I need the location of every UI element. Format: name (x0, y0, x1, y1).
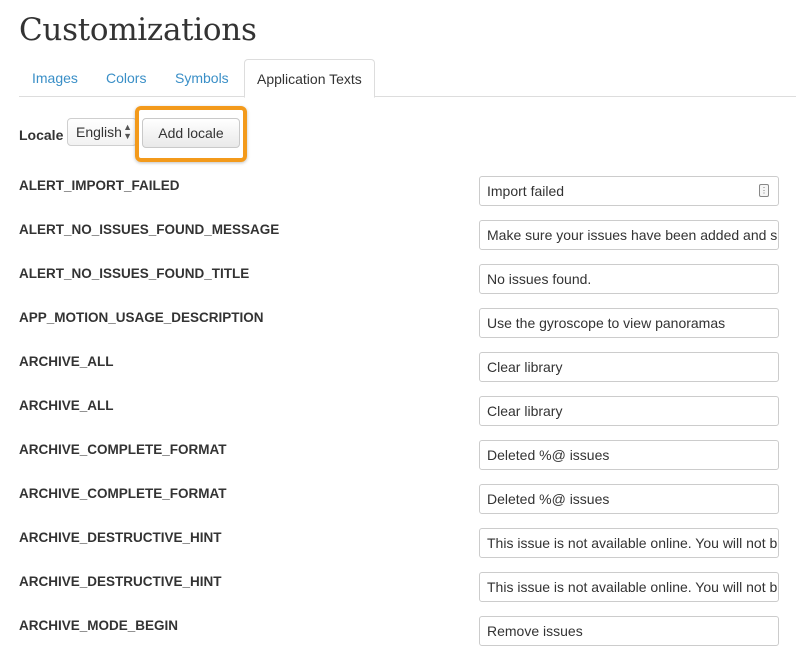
row-value-input[interactable]: This issue is not available online. You … (479, 528, 779, 558)
row-value-input[interactable]: Deleted %@ issues (479, 440, 779, 470)
locale-selected-value: English (76, 124, 122, 140)
row-value-input[interactable]: Clear library (479, 352, 779, 382)
row-value-input[interactable]: Use the gyroscope to view panoramas (479, 308, 779, 338)
row-value-input[interactable]: Import failed ⋮ (479, 176, 779, 206)
add-locale-button[interactable]: Add locale (142, 118, 240, 148)
row-key-label: ALERT_IMPORT_FAILED (19, 178, 180, 193)
row-value-input[interactable]: This issue is not available online. You … (479, 572, 779, 602)
tab-application-texts[interactable]: Application Texts (244, 59, 375, 98)
row-value-input[interactable]: Deleted %@ issues (479, 484, 779, 514)
row-key-label: ARCHIVE_COMPLETE_FORMAT (19, 442, 227, 457)
row-value-text: This issue is not available online. You … (487, 535, 778, 551)
locale-select[interactable]: English ▲ ▼ (67, 118, 137, 146)
row-value-input[interactable]: Clear library (479, 396, 779, 426)
row-key-label: APP_MOTION_USAGE_DESCRIPTION (19, 310, 264, 325)
row-value-text: No issues found. (487, 271, 592, 287)
row-key-label: ARCHIVE_COMPLETE_FORMAT (19, 486, 227, 501)
row-value-input[interactable]: No issues found. (479, 264, 779, 294)
page-title: Customizations (19, 12, 257, 48)
row-value-text: Deleted %@ issues (487, 491, 610, 507)
row-value-text: Deleted %@ issues (487, 447, 610, 463)
row-key-label: ARCHIVE_DESTRUCTIVE_HINT (19, 530, 222, 545)
select-arrows-icon: ▲ ▼ (123, 122, 132, 141)
text-expand-icon[interactable]: ⋮ (759, 184, 769, 197)
row-key-label: ARCHIVE_ALL (19, 398, 114, 413)
row-value-text: Clear library (487, 403, 563, 419)
locale-label: Locale (19, 127, 64, 143)
row-value-text: This issue is not available online. You … (487, 579, 778, 595)
row-value-text: Import failed (487, 183, 565, 199)
tab-bar: Images Colors Symbols Application Texts (19, 59, 796, 98)
row-value-text: Remove issues (487, 623, 583, 639)
row-value-input[interactable]: Make sure your issues have been added an… (479, 220, 779, 250)
row-value-text: Clear library (487, 359, 563, 375)
row-key-label: ARCHIVE_MODE_BEGIN (19, 618, 179, 633)
tab-colors[interactable]: Colors (106, 59, 146, 97)
tab-images[interactable]: Images (32, 59, 78, 97)
row-key-label: ALERT_NO_ISSUES_FOUND_MESSAGE (19, 222, 280, 237)
row-key-label: ARCHIVE_DESTRUCTIVE_HINT (19, 574, 222, 589)
tab-symbols[interactable]: Symbols (175, 59, 229, 97)
row-value-input[interactable]: Remove issues (479, 616, 779, 646)
row-value-text: Use the gyroscope to view panoramas (487, 315, 726, 331)
row-value-text: Make sure your issues have been added an… (487, 227, 778, 243)
row-key-label: ARCHIVE_ALL (19, 354, 114, 369)
row-key-label: ALERT_NO_ISSUES_FOUND_TITLE (19, 266, 250, 281)
